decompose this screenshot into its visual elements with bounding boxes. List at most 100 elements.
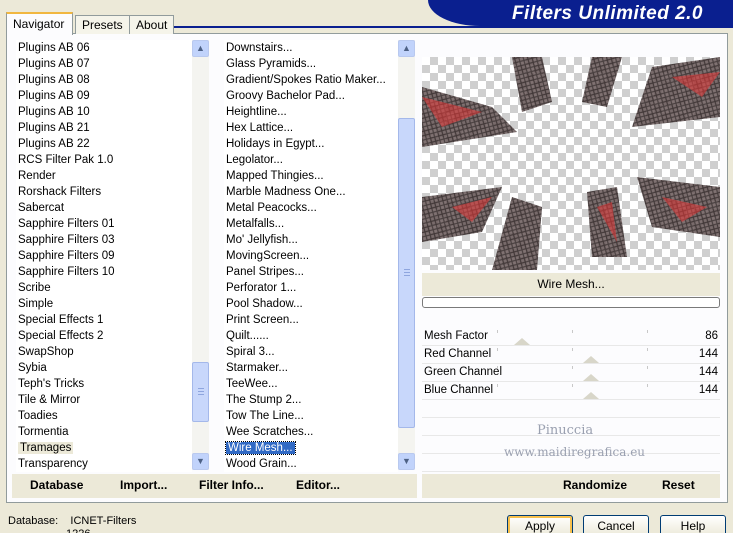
filter-item[interactable]: The Stump 2... — [224, 392, 398, 408]
tab-presets[interactable]: Presets — [75, 15, 131, 34]
status-count: 1226 — [66, 528, 90, 533]
category-item[interactable]: Toadies — [16, 408, 192, 424]
category-scrollbar[interactable]: ▲ ▼ — [192, 40, 209, 470]
category-item[interactable]: RCS Filter Pak 1.0 — [16, 152, 192, 168]
slider-thumb[interactable] — [514, 338, 530, 345]
scroll-down-icon[interactable]: ▼ — [398, 453, 415, 470]
category-item[interactable]: Tramages — [16, 440, 192, 456]
tab-about[interactable]: About — [129, 15, 174, 34]
filter-item[interactable]: Mapped Thingies... — [224, 168, 398, 184]
filter-item[interactable]: Hex Lattice... — [224, 120, 398, 136]
category-item[interactable]: Plugins AB 10 — [16, 104, 192, 120]
slider-thumb[interactable] — [583, 374, 599, 381]
slider-green-channel[interactable]: Green Channel 144 — [422, 364, 720, 382]
category-item[interactable]: Tile & Mirror — [16, 392, 192, 408]
filter-item[interactable]: Marble Madness One... — [224, 184, 398, 200]
category-item[interactable]: Plugins AB 21 — [16, 120, 192, 136]
filter-item[interactable]: Metalfalls... — [224, 216, 398, 232]
filter-item[interactable]: Pool Shadow... — [224, 296, 398, 312]
apply-button[interactable]: Apply — [507, 515, 573, 533]
scroll-thumb[interactable] — [192, 362, 209, 422]
slider-mesh-factor[interactable]: Mesh Factor 86 — [422, 328, 720, 346]
filter-item[interactable]: Holidays in Egypt... — [224, 136, 398, 152]
filter-item[interactable]: Legolator... — [224, 152, 398, 168]
status-database: Database: ICNET-Filters — [8, 515, 137, 527]
filter-item[interactable]: Metal Peacocks... — [224, 200, 398, 216]
filter-preview — [422, 57, 720, 270]
filter-item[interactable]: Perforator 1... — [224, 280, 398, 296]
filter-item[interactable]: Wire Mesh... — [224, 440, 398, 456]
category-item[interactable]: SwapShop — [16, 344, 192, 360]
category-item[interactable]: Sybia — [16, 360, 192, 376]
category-item[interactable]: Sapphire Filters 03 — [16, 232, 192, 248]
filter-item[interactable]: Glass Pyramids... — [224, 56, 398, 72]
category-item[interactable]: Special Effects 2 — [16, 328, 192, 344]
filter-item[interactable]: Print Screen... — [224, 312, 398, 328]
filter-item[interactable]: Wee Scratches... — [224, 424, 398, 440]
import-button[interactable]: Import... — [120, 478, 167, 492]
category-item[interactable]: Sapphire Filters 10 — [16, 264, 192, 280]
filter-item[interactable]: MovingScreen... — [224, 248, 398, 264]
category-list[interactable]: Plugins AB 06 Plugins AB 07 Plugins AB 08 P… — [16, 40, 192, 472]
category-item[interactable]: Plugins AB 07 — [16, 56, 192, 72]
filter-name: Wire Mesh... — [537, 277, 605, 291]
editor-button[interactable]: Editor... — [296, 478, 340, 492]
category-item[interactable]: Rorshack Filters — [16, 184, 192, 200]
slider-thumb[interactable] — [583, 356, 599, 363]
scroll-up-icon[interactable]: ▲ — [398, 40, 415, 57]
randomize-button[interactable]: Randomize — [563, 478, 627, 492]
category-item[interactable]: Plugins AB 06 — [16, 40, 192, 56]
app-title: Filters Unlimited 2.0 — [511, 3, 703, 24]
scroll-down-icon[interactable]: ▼ — [192, 453, 209, 470]
category-item[interactable]: Sapphire Filters 09 — [16, 248, 192, 264]
scroll-up-icon[interactable]: ▲ — [192, 40, 209, 57]
scroll-thumb[interactable] — [398, 118, 415, 428]
category-item[interactable]: Plugins AB 09 — [16, 88, 192, 104]
category-item[interactable]: Scribe — [16, 280, 192, 296]
filter-item[interactable]: Quilt...... — [224, 328, 398, 344]
slider-thumb[interactable] — [583, 392, 599, 399]
category-item[interactable]: Tormentia — [16, 424, 192, 440]
filter-scrollbar[interactable]: ▲ ▼ — [398, 40, 415, 470]
title-banner: Filters Unlimited 2.0 — [428, 0, 733, 26]
filter-item[interactable]: Downstairs... — [224, 40, 398, 56]
filter-item[interactable]: TeeWee... — [224, 376, 398, 392]
reset-button[interactable]: Reset — [662, 478, 695, 492]
category-item[interactable]: Sapphire Filters 01 — [16, 216, 192, 232]
help-button[interactable]: Help — [660, 515, 726, 533]
slider-blue-channel[interactable]: Blue Channel 144 — [422, 382, 720, 400]
filter-name-bar: Wire Mesh... — [422, 273, 720, 296]
slider-red-channel[interactable]: Red Channel 144 — [422, 346, 720, 364]
category-item[interactable]: Plugins AB 22 — [16, 136, 192, 152]
filter-item[interactable]: Tow The Line... — [224, 408, 398, 424]
filter-item[interactable]: Starmaker... — [224, 360, 398, 376]
filter-item[interactable]: Gradient/Spokes Ratio Maker... — [224, 72, 398, 88]
watermark-name: Pinuccia — [537, 423, 594, 438]
tab-navigator[interactable]: Navigator — [6, 12, 73, 35]
category-item[interactable]: Sabercat — [16, 200, 192, 216]
category-item[interactable]: Transparency — [16, 456, 192, 472]
database-button[interactable]: Database — [30, 478, 83, 492]
slider-value: 144 — [698, 348, 718, 360]
filter-list[interactable]: Downstairs... Glass Pyramids... Gradient/S… — [224, 40, 398, 472]
category-item[interactable]: Simple — [16, 296, 192, 312]
filter-info-button[interactable]: Filter Info... — [199, 478, 264, 492]
category-item[interactable]: Render — [16, 168, 192, 184]
category-item[interactable]: Special Effects 1 — [16, 312, 192, 328]
filter-item[interactable]: Wood Grain... — [224, 456, 398, 472]
watermark-url: www.maidiregrafica.eu — [504, 445, 646, 459]
slider-label: Mesh Factor — [424, 330, 488, 342]
filter-item[interactable]: Heightline... — [224, 104, 398, 120]
filter-item[interactable]: Groovy Bachelor Pad... — [224, 88, 398, 104]
category-item[interactable]: Plugins AB 08 — [16, 72, 192, 88]
filter-item[interactable]: Panel Stripes... — [224, 264, 398, 280]
filter-item[interactable]: Mo' Jellyfish... — [224, 232, 398, 248]
slider-value: 144 — [698, 366, 718, 378]
preview-image — [422, 57, 720, 270]
category-item[interactable]: Teph's Tricks — [16, 376, 192, 392]
preset-actions-bar: Randomize Reset — [422, 474, 720, 498]
list-actions-bar: Database Import... Filter Info... Editor… — [12, 474, 417, 498]
slider-empty — [422, 400, 720, 418]
filter-item[interactable]: Spiral 3... — [224, 344, 398, 360]
cancel-button[interactable]: Cancel — [583, 515, 649, 533]
